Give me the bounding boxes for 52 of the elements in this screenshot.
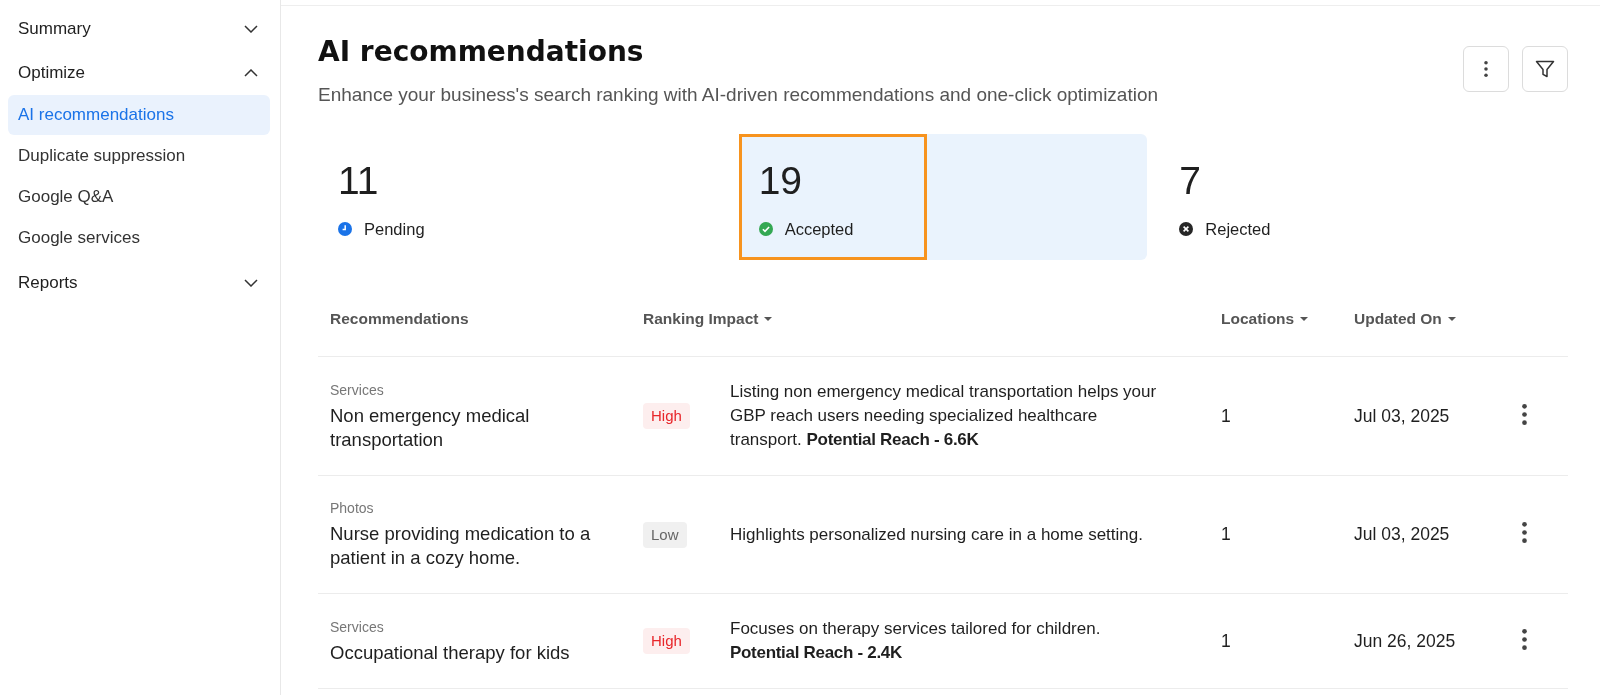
page-title: AI recommendations <box>318 35 645 69</box>
sort-caret-icon <box>764 317 773 321</box>
clock-icon <box>338 222 352 236</box>
updated-date-cell: Jul 03, 2025 <box>1354 524 1450 545</box>
stat-count: 19 <box>758 159 804 203</box>
recommendation-description: Highlights personalized nursing care in a home setting. <box>730 523 1144 546</box>
filter-button[interactable] <box>1522 46 1568 92</box>
stat-count: 11 <box>338 159 380 203</box>
recommendation-title: Non emergency medical transportation <box>330 403 531 452</box>
kebab-menu-icon[interactable] <box>1522 522 1527 543</box>
column-header: Recommendations <box>330 310 469 328</box>
stat-label: Accepted <box>784 219 854 239</box>
stat-card[interactable]: 19 Accepted <box>738 134 1148 260</box>
category-label: Photos <box>330 499 375 517</box>
category-label: Services <box>330 380 385 399</box>
locations-cell: 1 <box>1221 524 1231 545</box>
impact-badge: High <box>643 403 690 429</box>
column-header[interactable]: Ranking Impact <box>643 310 773 328</box>
kebab-menu-icon[interactable] <box>1522 628 1527 650</box>
category-label: Services <box>330 617 385 636</box>
sidebar-item[interactable]: Google services <box>8 218 270 258</box>
stat-label: Rejected <box>1205 219 1271 239</box>
kebab-menu-icon <box>1484 61 1488 77</box>
recommendation-description: Focuses on therapy services tailored for children. Potential Reach - 2.4K <box>730 618 1102 664</box>
stat-card[interactable]: 11 Pending <box>318 134 727 260</box>
locations-cell: 1 <box>1221 405 1231 427</box>
column-header[interactable]: Updated On <box>1354 310 1456 328</box>
updated-date-cell: Jun 26, 2025 <box>1354 630 1456 652</box>
recommendation-description: Listing non emergency medical transportation helps your GBP reach users needing specialized healthcare transport. Potential Reach - 6.6K <box>730 381 1158 451</box>
column-header[interactable]: Locations <box>1221 310 1309 328</box>
updated-date-cell: Jul 03, 2025 <box>1354 405 1450 427</box>
impact-badge: High <box>643 628 690 654</box>
sidebar-section[interactable]: Reports <box>8 261 270 305</box>
check-circle-icon <box>758 222 773 236</box>
sidebar-item[interactable]: Duplicate suppression <box>8 136 270 176</box>
sidebar-item[interactable]: Google Q&A <box>8 177 270 217</box>
stat-count: 7 <box>1179 159 1203 203</box>
recommendation-title: Occupational therapy for kids <box>330 640 571 665</box>
stat-card[interactable]: 7 Rejected <box>1159 134 1568 260</box>
sidebar-section[interactable]: Optimize <box>8 51 270 95</box>
sidebar-section[interactable]: Summary <box>8 7 270 51</box>
sort-caret-icon <box>1447 317 1456 321</box>
recommendation-title: Nurse providing medication to a patient in a cozy home. <box>330 522 592 570</box>
page-subtitle: Enhance your business's search ranking with AI-driven recommendations and one-click optimization <box>318 83 1159 107</box>
sidebar-item[interactable]: AI recommendations <box>8 95 270 135</box>
kebab-menu-icon[interactable] <box>1522 403 1527 425</box>
sort-caret-icon <box>1300 317 1309 321</box>
locations-cell: 1 <box>1221 630 1231 652</box>
stat-label: Pending <box>364 219 425 239</box>
funnel-icon <box>1535 59 1555 79</box>
x-circle-icon <box>1179 222 1194 236</box>
impact-badge: Low <box>643 521 687 548</box>
